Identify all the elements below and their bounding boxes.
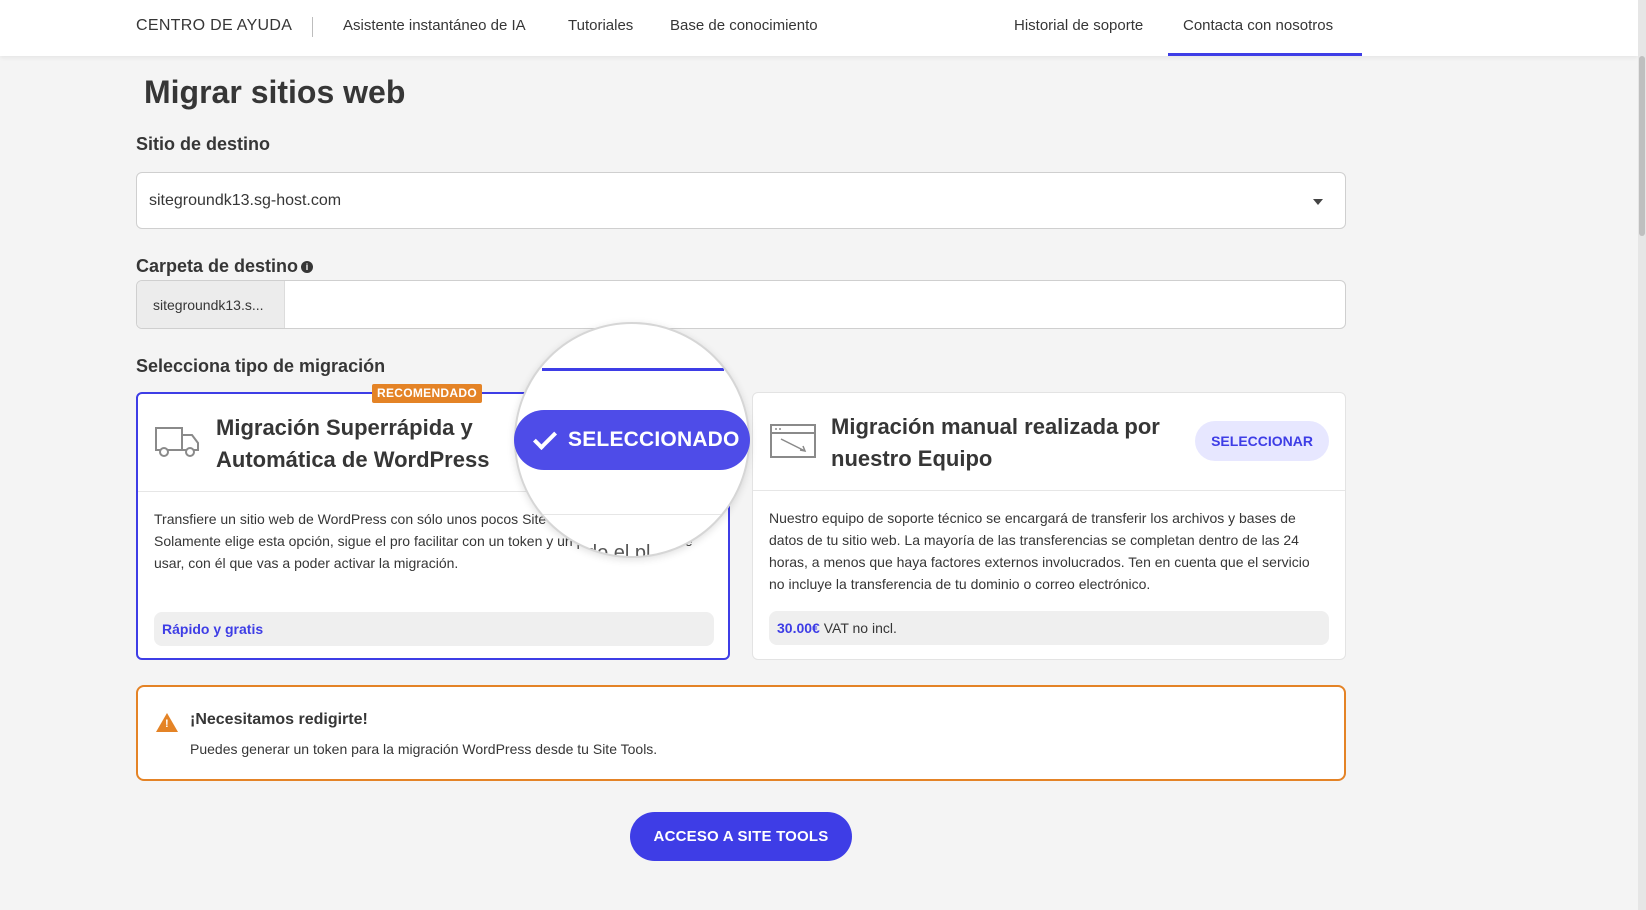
auto-migration-price-label: Rápido y gratis (162, 621, 264, 637)
destination-folder-label-row: Carpeta de destino i (136, 256, 314, 277)
manual-migration-card[interactable]: Migración manual realizada por nuestro E… (752, 392, 1346, 660)
nav-link-knowledge-base[interactable]: Base de conocimiento (670, 17, 818, 34)
manual-migration-description: Nuestro equipo de soporte técnico se enc… (769, 510, 1310, 592)
manual-price-note: VAT no incl. (823, 620, 897, 636)
scrollbar-track[interactable] (1638, 0, 1646, 910)
magnified-card-border (542, 368, 724, 371)
alert-title: ¡Necesitamos redigirte! (190, 711, 368, 728)
selected-auto-button[interactable]: SELECCIONADO (514, 410, 750, 470)
active-tab-indicator (1168, 53, 1362, 56)
magnified-text: do el pl (586, 542, 651, 558)
manual-migration-card-header: Migración manual realizada por nuestro E… (753, 393, 1345, 491)
nav-link-tutorials[interactable]: Tutoriales (568, 17, 633, 34)
scrollbar-thumb[interactable] (1639, 56, 1645, 236)
site-tools-access-button[interactable]: ACCESO A SITE TOOLS (630, 812, 852, 861)
manual-price-amount: 30.00€ (777, 620, 820, 636)
alert-text: Puedes generar un token para la migració… (190, 741, 658, 757)
info-icon[interactable]: i (301, 261, 314, 273)
select-manual-button[interactable]: SELECCIONAR (1195, 421, 1329, 461)
folder-prefix: sitegroundk13.s... (137, 281, 285, 328)
caret-down-icon (1313, 199, 1323, 205)
selected-label: SELECCIONADO (568, 428, 740, 451)
check-icon (532, 425, 558, 451)
destination-site-select[interactable]: sitegroundk13.sg-host.com (136, 172, 1346, 229)
nav-separator (312, 17, 313, 37)
page-title: Migrar sitios web (144, 74, 406, 110)
nav-link-support-history[interactable]: Historial de soporte (1014, 17, 1143, 34)
brand-link[interactable]: CENTRO DE AYUDA (136, 17, 292, 35)
recommended-badge: RECOMENDADO (372, 384, 482, 403)
migration-type-label: Selecciona tipo de migración (136, 356, 386, 376)
truck-icon (155, 427, 199, 457)
destination-site-label: Sitio de destino (136, 134, 271, 154)
redirect-alert: ! ¡Necesitamos redigirte! Puedes generar… (136, 685, 1346, 781)
destination-folder-field[interactable]: sitegroundk13.s... (136, 280, 1346, 329)
manual-migration-price: 30.00€ VAT no incl. (769, 611, 1329, 645)
magnified-divider (516, 514, 748, 515)
warning-icon: ! (156, 713, 178, 732)
nav-link-contact[interactable]: Contacta con nosotros (1183, 17, 1333, 56)
destination-site-value: sitegroundk13.sg-host.com (149, 192, 342, 209)
top-navigation: CENTRO DE AYUDA Asistente instantáneo de… (0, 0, 1638, 56)
destination-folder-label: Carpeta de destino (136, 256, 299, 276)
auto-migration-title: Migración Superrápida y Automática de Wo… (216, 415, 490, 472)
browser-window-icon (770, 424, 816, 458)
manual-migration-title: Migración manual realizada por nuestro E… (831, 414, 1160, 471)
nav-link-ai-assistant[interactable]: Asistente instantáneo de IA (343, 17, 526, 34)
auto-migration-price: Rápido y gratis (154, 612, 714, 646)
